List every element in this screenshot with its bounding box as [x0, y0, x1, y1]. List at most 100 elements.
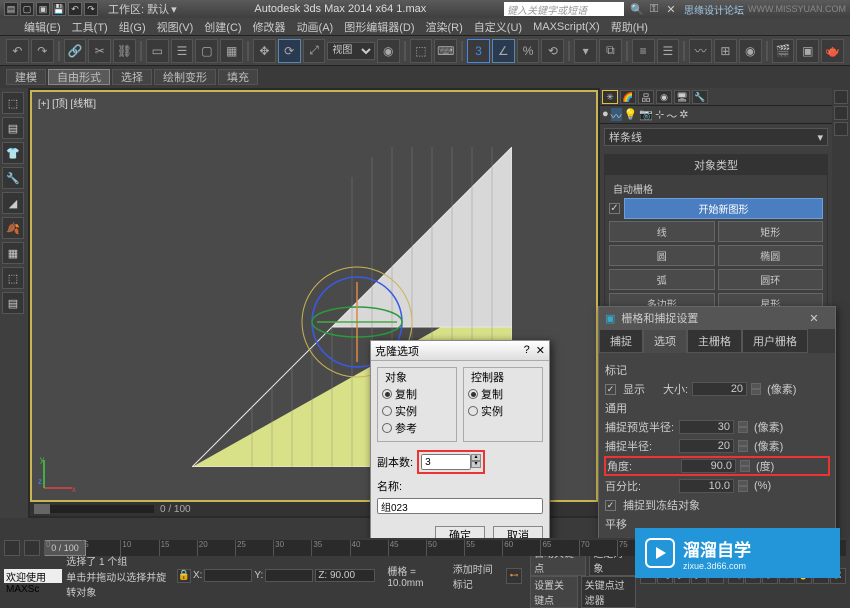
- window-crossing-button[interactable]: ▦: [220, 39, 243, 63]
- scale-button[interactable]: ⤢: [303, 39, 326, 63]
- new-icon[interactable]: ▢: [20, 2, 34, 16]
- left-tool-2[interactable]: ▤: [2, 117, 24, 139]
- select-manip-button[interactable]: ⬚: [410, 39, 433, 63]
- side-icon-2[interactable]: [834, 106, 848, 120]
- tab-freeform[interactable]: 自由形式: [48, 69, 110, 85]
- close-icon[interactable]: ✕: [536, 344, 545, 357]
- dialog-titlebar[interactable]: 克隆选项 ?✕: [371, 341, 549, 361]
- left-tool-4[interactable]: 🔧: [2, 167, 24, 189]
- key-icon[interactable]: ⚿: [647, 2, 661, 16]
- x-input[interactable]: [204, 569, 252, 582]
- tab-homegrid[interactable]: 主栅格: [687, 329, 742, 353]
- cameras-icon[interactable]: 📷: [639, 108, 653, 121]
- rollout-title[interactable]: 对象类型: [605, 155, 827, 175]
- setkey-button[interactable]: 设置关键点: [530, 576, 578, 608]
- hierarchy-tab-icon[interactable]: 品: [638, 90, 654, 104]
- time-slider-thumb[interactable]: [34, 504, 50, 514]
- material-button[interactable]: ◉: [739, 39, 762, 63]
- maxscript-listener[interactable]: 欢迎使用 MAXSc: [4, 569, 62, 583]
- render-frame-button[interactable]: ▣: [796, 39, 819, 63]
- show-check[interactable]: [605, 384, 616, 395]
- move-button[interactable]: ✥: [253, 39, 276, 63]
- helpers-icon[interactable]: ⊹: [655, 108, 664, 121]
- menu-create[interactable]: 创建(C): [200, 17, 245, 37]
- shapes-icon[interactable]: 〰: [611, 108, 622, 121]
- copies-spinner[interactable]: ▴▾: [471, 454, 481, 470]
- menu-help[interactable]: 帮助(H): [607, 17, 652, 37]
- pivot-button[interactable]: ◉: [377, 39, 400, 63]
- angle-value[interactable]: 90.0: [681, 459, 736, 473]
- tab-paintdeform[interactable]: 绘制变形: [154, 69, 216, 85]
- lock-icon[interactable]: 🔒: [177, 569, 191, 583]
- side-icon-1[interactable]: [834, 90, 848, 104]
- curve-editor-button[interactable]: 〰: [689, 39, 712, 63]
- undo-button[interactable]: ↶: [6, 39, 29, 63]
- exchange-icon[interactable]: ✕: [664, 2, 678, 16]
- motion-tab-icon[interactable]: ◉: [656, 90, 672, 104]
- geometry-icon[interactable]: ●: [602, 108, 609, 121]
- left-tool-5[interactable]: ◢: [2, 192, 24, 214]
- ref-coord-dropdown[interactable]: 视图: [327, 42, 374, 60]
- radio-copy[interactable]: 复制: [382, 386, 452, 402]
- systems-icon[interactable]: ✲: [679, 108, 688, 121]
- size-value[interactable]: 20: [692, 382, 747, 396]
- tab-populate[interactable]: 填充: [218, 69, 258, 85]
- schematic-button[interactable]: ⊞: [714, 39, 737, 63]
- name-input[interactable]: [377, 498, 543, 514]
- btn-circle[interactable]: 圆: [609, 245, 715, 266]
- menu-maxscript[interactable]: MAXScript(X): [529, 19, 604, 35]
- spacewarps-icon[interactable]: 〜: [666, 108, 677, 121]
- save-icon[interactable]: 💾: [52, 2, 66, 16]
- radius-spinner[interactable]: [738, 440, 748, 452]
- preview-radius-value[interactable]: 30: [679, 420, 734, 434]
- left-tool-9[interactable]: ▤: [2, 292, 24, 314]
- percent-spinner[interactable]: [738, 480, 748, 492]
- y-input[interactable]: [265, 569, 313, 582]
- left-tool-3[interactable]: 👕: [2, 142, 24, 164]
- left-tool-8[interactable]: ⬚: [2, 267, 24, 289]
- copies-input[interactable]: [421, 454, 471, 470]
- startnew-button[interactable]: 开始新图形: [624, 198, 823, 219]
- key-icon[interactable]: ⊷: [506, 568, 522, 584]
- menu-views[interactable]: 视图(V): [153, 17, 198, 37]
- angle-snap-button[interactable]: ∠: [492, 39, 515, 63]
- btn-donut[interactable]: 圆环: [718, 269, 824, 290]
- shape-category-dropdown[interactable]: 样条线 ▾: [604, 128, 828, 146]
- keyboard-shortcut-button[interactable]: ⌨: [434, 39, 457, 63]
- rect-select-button[interactable]: ▢: [195, 39, 218, 63]
- radio-ctrl-instance[interactable]: 实例: [468, 403, 538, 419]
- menu-animation[interactable]: 动画(A): [293, 17, 338, 37]
- display-tab-icon[interactable]: 🖥: [674, 90, 690, 104]
- render-setup-button[interactable]: 🎬: [772, 39, 795, 63]
- track-btn-2[interactable]: [24, 540, 40, 556]
- menu-grapheditors[interactable]: 图形编辑器(D): [340, 17, 418, 37]
- select-name-button[interactable]: ☰: [171, 39, 194, 63]
- track-btn-1[interactable]: [4, 540, 20, 556]
- tab-options[interactable]: 选项: [643, 329, 687, 353]
- radio-instance[interactable]: 实例: [382, 403, 452, 419]
- align-button[interactable]: ≡: [632, 39, 655, 63]
- layers-button[interactable]: ☰: [657, 39, 680, 63]
- snap-titlebar[interactable]: ▣ 栅格和捕捉设置 ✕: [599, 307, 835, 329]
- undo-icon[interactable]: ↶: [68, 2, 82, 16]
- menu-edit[interactable]: 编辑(E): [20, 17, 65, 37]
- select-object-button[interactable]: ▭: [146, 39, 169, 63]
- redo-icon[interactable]: ↷: [84, 2, 98, 16]
- percent-snap-button[interactable]: %: [517, 39, 540, 63]
- link-button[interactable]: 🔗: [64, 39, 87, 63]
- help-search-input[interactable]: 键入关键字或短语: [504, 2, 624, 16]
- modify-tab-icon[interactable]: 🌈: [620, 90, 636, 104]
- rotate-button[interactable]: ⟳: [278, 39, 301, 63]
- spinner-snap-button[interactable]: ⟲: [541, 39, 564, 63]
- open-icon[interactable]: ▣: [36, 2, 50, 16]
- create-tab-icon[interactable]: ✳: [602, 90, 618, 104]
- btn-rectangle[interactable]: 矩形: [718, 221, 824, 242]
- size-spinner[interactable]: [751, 383, 761, 395]
- percent-value[interactable]: 10.0: [679, 479, 734, 493]
- search-icon[interactable]: 🔍: [630, 2, 644, 16]
- btn-line[interactable]: 线: [609, 221, 715, 242]
- side-icon-3[interactable]: [834, 122, 848, 136]
- tab-snaps[interactable]: 捕捉: [599, 329, 643, 353]
- tab-selection[interactable]: 选择: [112, 69, 152, 85]
- help-icon[interactable]: ?: [524, 344, 530, 357]
